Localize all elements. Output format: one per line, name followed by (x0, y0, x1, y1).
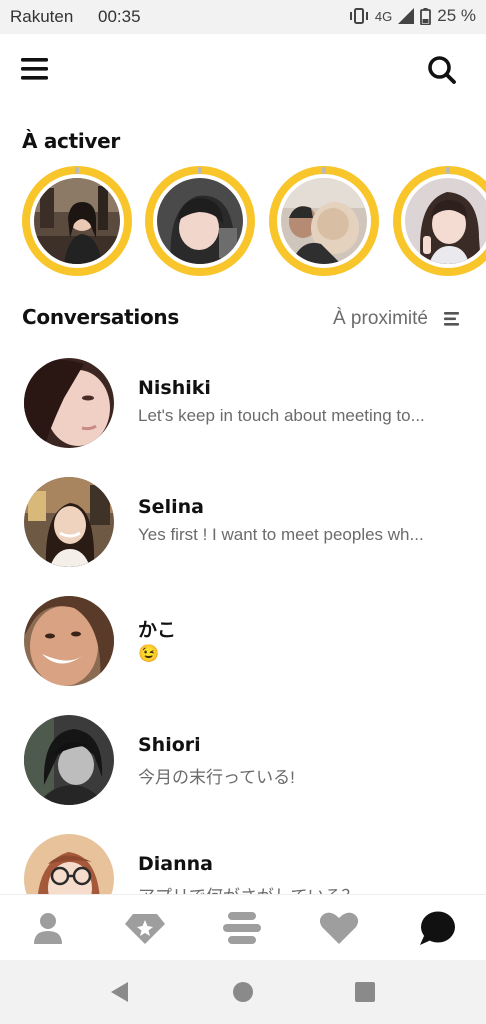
filter-label: À proximité (332, 308, 428, 329)
last-message: アプリで何がさがしている？ (138, 882, 468, 894)
contact-name: Shiori (138, 734, 201, 756)
last-message: Let's keep in touch about meeting to... (138, 406, 425, 425)
avatar (24, 596, 114, 686)
avatar (24, 715, 114, 805)
last-message: Yes first ! I want to meet peoples wh... (138, 525, 424, 544)
conversation-item[interactable]: Shiori 今月の末行っている! (0, 715, 486, 825)
profile-icon (34, 913, 62, 944)
conversation-item[interactable]: Dianna アプリで何がさがしている？ (0, 834, 486, 894)
search-icon (428, 56, 456, 84)
contact-name: かこ (138, 619, 177, 641)
match-story[interactable] (22, 166, 132, 276)
bottom-tab-bar (0, 894, 486, 960)
back-triangle-icon (111, 982, 128, 1002)
home-button[interactable] (231, 980, 255, 1004)
status-icons: 4G 25 % (349, 6, 476, 26)
avatar (24, 358, 114, 448)
signal-icon (398, 8, 415, 24)
contact-name: Selina (138, 496, 204, 518)
match-photo (34, 178, 120, 264)
match-queue (0, 166, 486, 278)
vibrate-icon (349, 8, 369, 24)
match-photo (405, 178, 486, 264)
heart-icon (319, 912, 359, 944)
diamond-icon (125, 914, 165, 944)
match-story[interactable] (269, 166, 379, 276)
conversations-title: Conversations (22, 305, 179, 329)
battery-level: 25 % (437, 6, 476, 25)
carrier-label: Rakuten (10, 7, 74, 26)
stack-icon (223, 912, 261, 944)
system-nav-bar (0, 960, 486, 1024)
activate-title: À activer (22, 129, 120, 153)
sort-filter-button[interactable]: À proximité (333, 308, 460, 330)
battery-icon (420, 7, 432, 25)
contact-name: Nishiki (138, 377, 211, 399)
avatar (24, 477, 114, 567)
match-photo (157, 178, 243, 264)
contact-name: Dianna (138, 853, 213, 875)
match-photo (281, 178, 367, 264)
menu-button[interactable] (20, 54, 50, 84)
avatar (24, 834, 114, 894)
home-circle-icon (233, 982, 253, 1002)
tab-discover[interactable] (221, 907, 263, 949)
conversation-item[interactable]: Selina Yes first ! I want to meet people… (0, 477, 486, 587)
hamburger-icon (21, 58, 48, 80)
status-bar: Rakuten 00:35 4G 25 % (0, 0, 486, 34)
network-type: 4G (374, 8, 393, 24)
conversation-list[interactable]: Nishiki Let's keep in touch about meetin… (0, 356, 486, 894)
recents-button[interactable] (353, 980, 377, 1004)
match-story[interactable] (145, 166, 255, 276)
chat-bubble-icon (420, 911, 455, 945)
tab-profile[interactable] (27, 907, 69, 949)
back-button[interactable] (108, 980, 132, 1004)
sort-icon (444, 312, 459, 326)
tab-premium[interactable] (124, 907, 166, 949)
search-button[interactable] (426, 54, 458, 86)
tab-likes[interactable] (318, 907, 360, 949)
clock: 00:35 (98, 7, 141, 26)
conversation-item[interactable]: かこ 😉 (0, 596, 486, 706)
conversation-item[interactable]: Nishiki Let's keep in touch about meetin… (0, 358, 486, 468)
match-story[interactable] (393, 166, 486, 276)
recents-square-icon (355, 982, 375, 1002)
tab-chats[interactable] (416, 907, 458, 949)
last-message: 今月の末行っている! (138, 768, 295, 787)
last-message: 😉 (138, 644, 160, 663)
